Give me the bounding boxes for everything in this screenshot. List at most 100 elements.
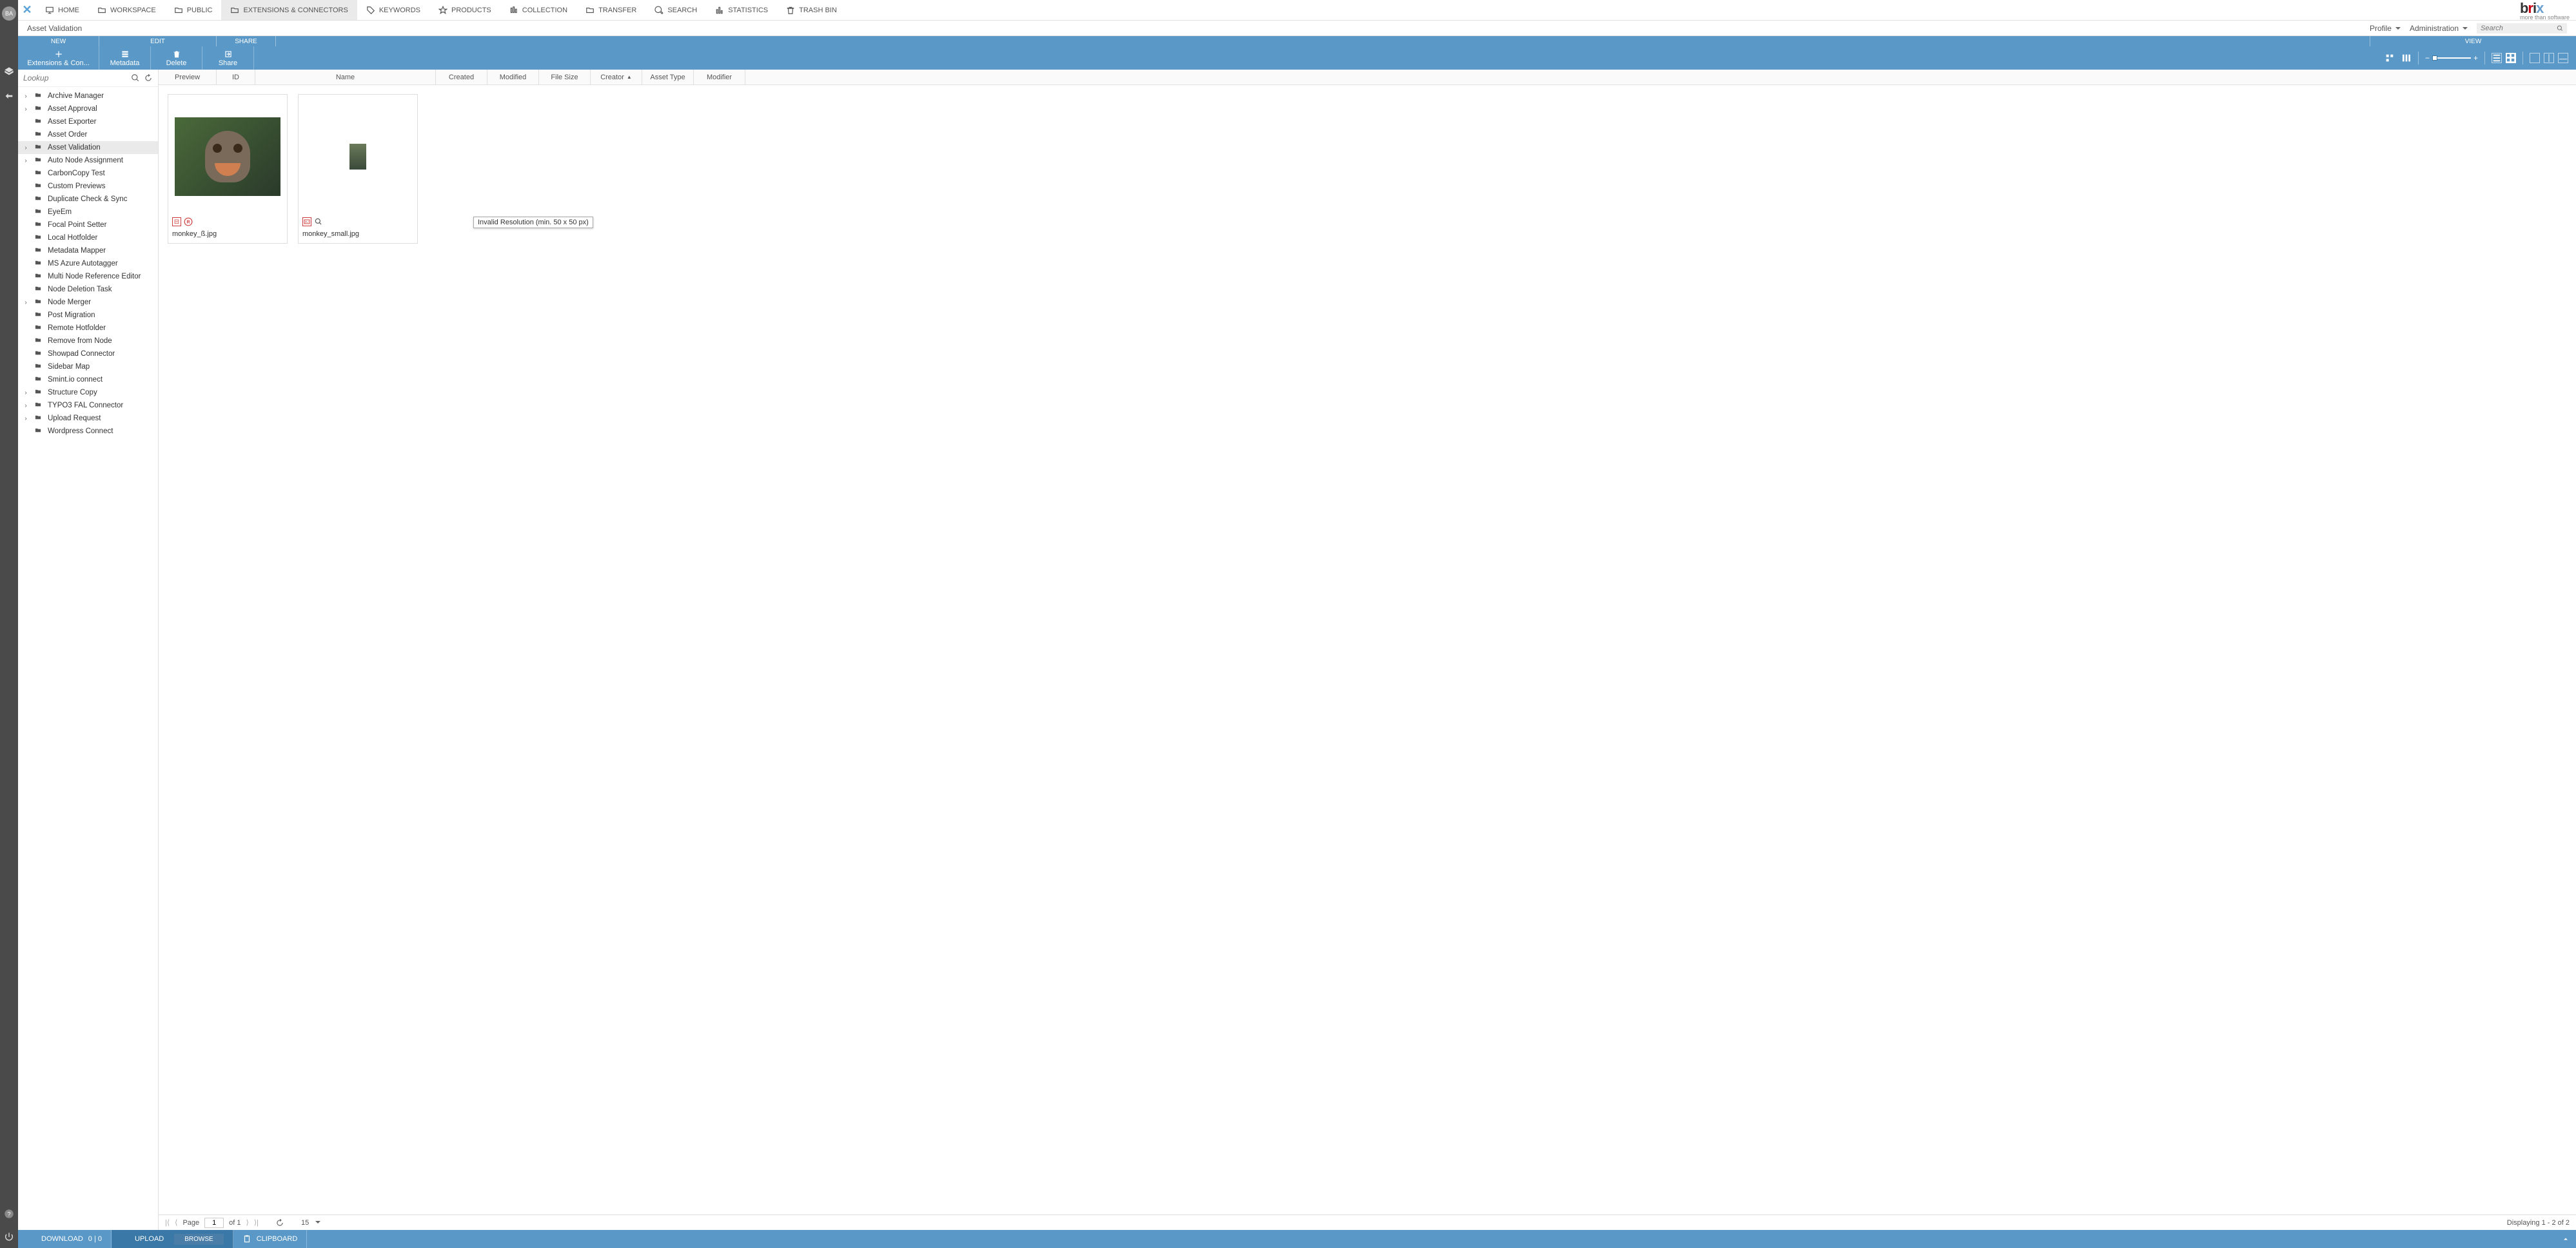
- col-name[interactable]: Name: [255, 70, 436, 84]
- nav-extensions-connectors[interactable]: EXTENSIONS & CONNECTORS: [221, 0, 357, 20]
- columns-icon[interactable]: [2401, 53, 2412, 63]
- tree-item[interactable]: CarbonCopy Test: [18, 167, 158, 180]
- rail-expand-icon[interactable]: [2, 89, 16, 103]
- displaying-label: Displaying 1 - 2 of 2: [2507, 1219, 2570, 1227]
- col-created[interactable]: Created: [436, 70, 487, 84]
- tree-item[interactable]: Wordpress Connect: [18, 425, 158, 438]
- panel-bottom-icon[interactable]: [2558, 53, 2568, 63]
- tree-item[interactable]: Focal Point Setter: [18, 219, 158, 231]
- tree-view-icon[interactable]: [2384, 53, 2395, 63]
- col-id[interactable]: ID: [217, 70, 255, 84]
- user-avatar[interactable]: BA: [2, 6, 16, 21]
- expand-arrow-icon[interactable]: ›: [22, 106, 30, 113]
- download-button[interactable]: DOWNLOAD 0 | 0: [18, 1230, 112, 1248]
- refresh-icon[interactable]: [275, 1218, 284, 1227]
- folder-icon: [97, 6, 106, 15]
- zoom-out-icon[interactable]: −: [2425, 54, 2430, 63]
- global-search[interactable]: [2477, 23, 2567, 34]
- zoom-slider[interactable]: − +: [2425, 54, 2478, 63]
- tree-item[interactable]: Multi Node Reference Editor: [18, 270, 158, 283]
- tree-item[interactable]: Node Deletion Task: [18, 283, 158, 296]
- nav-transfer[interactable]: TRANSFER: [576, 0, 645, 20]
- asset-card[interactable]: monkey_small.jpg: [298, 94, 418, 244]
- nav-products[interactable]: PRODUCTS: [429, 0, 500, 20]
- tree-item[interactable]: Sidebar Map: [18, 360, 158, 373]
- tree-item[interactable]: Smint.io connect: [18, 373, 158, 386]
- first-page-icon[interactable]: |⟨: [165, 1218, 170, 1227]
- expand-arrow-icon[interactable]: ›: [22, 144, 30, 151]
- tree-item[interactable]: ›TYPO3 FAL Connector: [18, 399, 158, 412]
- nav-collection[interactable]: COLLECTION: [500, 0, 576, 20]
- profile-menu[interactable]: Profile: [2370, 24, 2401, 33]
- nav-search[interactable]: SEARCH: [645, 0, 706, 20]
- pagesize-value[interactable]: 15: [301, 1219, 309, 1227]
- col-modifier[interactable]: Modifier: [694, 70, 745, 84]
- tree-item[interactable]: ›Node Merger: [18, 296, 158, 309]
- col-creator[interactable]: Creator▲: [591, 70, 642, 84]
- power-icon[interactable]: [2, 1230, 16, 1244]
- zoom-in-icon[interactable]: +: [2473, 54, 2478, 63]
- nav-public[interactable]: PUBLIC: [165, 0, 222, 20]
- tree-item[interactable]: MS Azure Autotagger: [18, 257, 158, 270]
- nav-home[interactable]: HOME: [36, 0, 88, 20]
- expand-arrow-icon[interactable]: ›: [22, 299, 30, 306]
- tree-item[interactable]: ›Upload Request: [18, 412, 158, 425]
- lookup-search-icon[interactable]: [131, 73, 140, 83]
- metadata-button[interactable]: Metadata: [99, 46, 151, 70]
- col-preview[interactable]: Preview: [159, 70, 217, 84]
- nav-statistics[interactable]: STATISTICS: [706, 0, 777, 20]
- tree-item[interactable]: ›Asset Approval: [18, 102, 158, 115]
- panel-single-icon[interactable]: [2530, 53, 2540, 63]
- browse-button[interactable]: BROWSE: [174, 1234, 223, 1245]
- lookup-input[interactable]: [23, 73, 127, 83]
- col-filesize[interactable]: File Size: [539, 70, 591, 84]
- expand-arrow-icon[interactable]: ›: [22, 157, 30, 164]
- share-button[interactable]: Share: [202, 46, 254, 70]
- tree-item[interactable]: ›Auto Node Assignment: [18, 154, 158, 167]
- search-input[interactable]: [2481, 24, 2553, 32]
- grid-view-icon[interactable]: [2506, 53, 2516, 63]
- add-button[interactable]: Extensions & Con...: [18, 46, 99, 70]
- prev-page-icon[interactable]: ⟨: [175, 1218, 177, 1227]
- tree-item[interactable]: Custom Previews: [18, 180, 158, 193]
- col-modified[interactable]: Modified: [487, 70, 539, 84]
- expand-bottom-icon[interactable]: [2555, 1230, 2576, 1248]
- tree-item[interactable]: ›Asset Validation: [18, 141, 158, 154]
- tree-item[interactable]: Duplicate Check & Sync: [18, 193, 158, 206]
- expand-arrow-icon[interactable]: ›: [22, 402, 30, 409]
- expand-arrow-icon[interactable]: ›: [22, 93, 30, 100]
- list-view-icon[interactable]: [2492, 53, 2502, 63]
- delete-button[interactable]: Delete: [151, 46, 202, 70]
- nav-trash-bin[interactable]: TRASH BIN: [777, 0, 846, 20]
- tree-item[interactable]: Asset Exporter: [18, 115, 158, 128]
- tree-item[interactable]: Remove from Node: [18, 335, 158, 347]
- panel-split-icon[interactable]: [2544, 53, 2554, 63]
- tree-item[interactable]: ›Archive Manager: [18, 90, 158, 102]
- tree-item[interactable]: Asset Order: [18, 128, 158, 141]
- search-icon[interactable]: [2557, 24, 2563, 32]
- nav-workspace[interactable]: WORKSPACE: [88, 0, 165, 20]
- lookup-refresh-icon[interactable]: [144, 73, 153, 83]
- tree-item[interactable]: EyeEm: [18, 206, 158, 219]
- tree-item[interactable]: Metadata Mapper: [18, 244, 158, 257]
- upload-button[interactable]: UPLOAD BROWSE: [112, 1230, 233, 1248]
- col-assettype[interactable]: Asset Type: [642, 70, 694, 84]
- tree-item[interactable]: Post Migration: [18, 309, 158, 322]
- next-page-icon[interactable]: ⟩: [246, 1218, 249, 1227]
- expand-arrow-icon[interactable]: ›: [22, 389, 30, 396]
- tree-item[interactable]: Local Hotfolder: [18, 231, 158, 244]
- expand-arrow-icon[interactable]: ›: [22, 415, 30, 422]
- tree-item[interactable]: ›Structure Copy: [18, 386, 158, 399]
- nav-keywords[interactable]: KEYWORDS: [357, 0, 429, 20]
- clipboard-button[interactable]: CLIPBOARD: [233, 1230, 308, 1248]
- app-logo-icon[interactable]: ✕: [18, 0, 36, 20]
- last-page-icon[interactable]: ⟩|: [254, 1218, 259, 1227]
- tree-item[interactable]: Showpad Connector: [18, 347, 158, 360]
- tree-item[interactable]: Remote Hotfolder: [18, 322, 158, 335]
- rail-layers-icon[interactable]: [2, 64, 16, 79]
- page-input[interactable]: [204, 1218, 224, 1228]
- help-icon[interactable]: ?: [2, 1207, 16, 1221]
- asset-card[interactable]: ⊟ R monkey_ß.jpg: [168, 94, 288, 244]
- administration-menu[interactable]: Administration: [2410, 24, 2468, 33]
- pagesize-dropdown-icon[interactable]: [314, 1219, 320, 1227]
